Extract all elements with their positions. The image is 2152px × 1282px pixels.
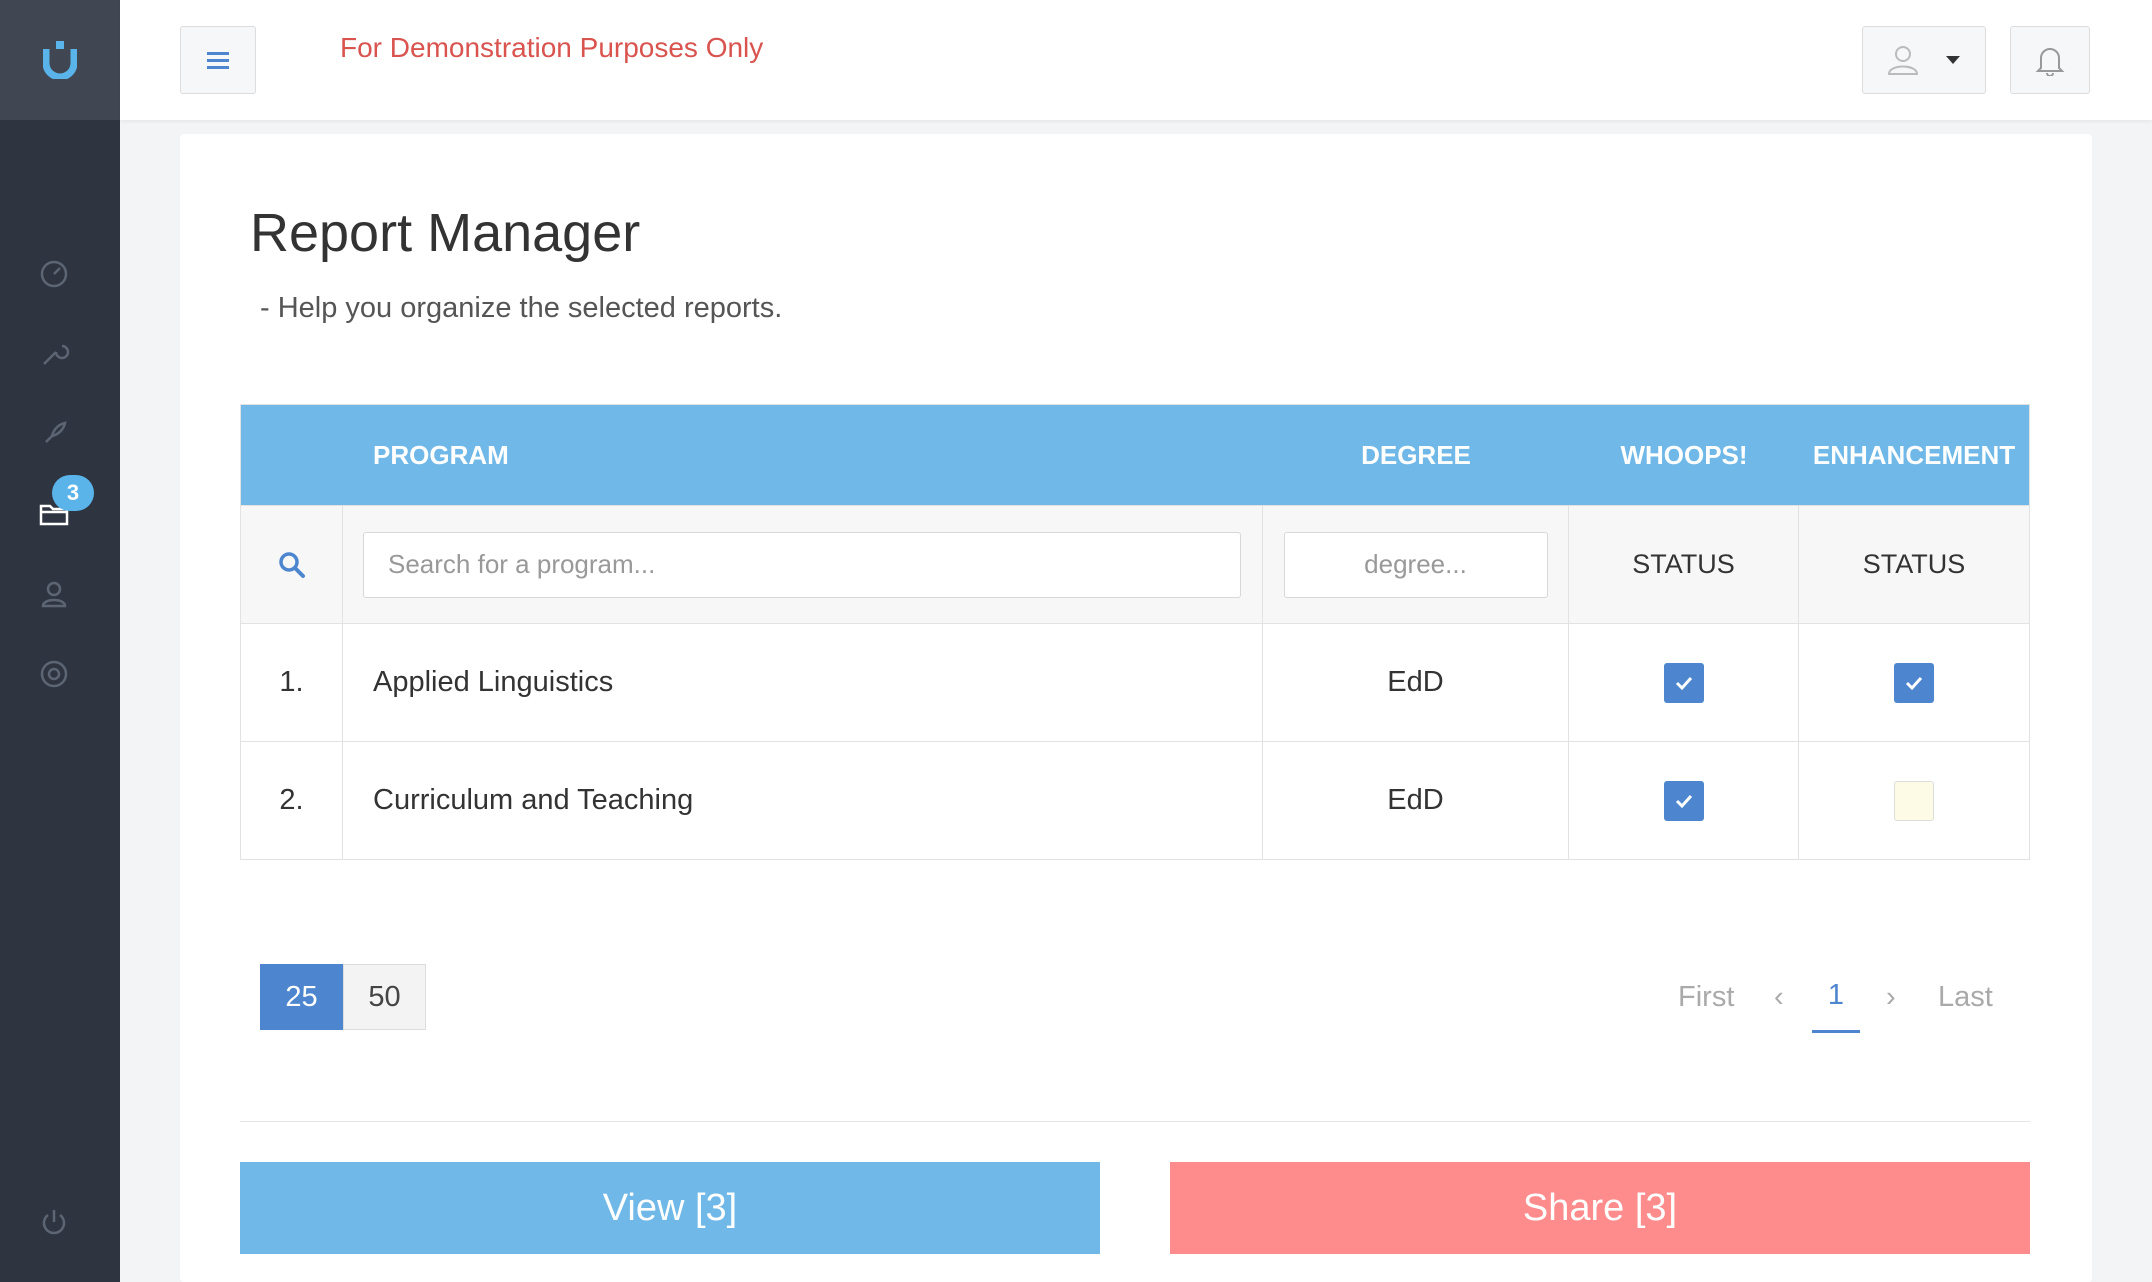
checkmark-icon <box>1675 794 1692 808</box>
page-subtitle: - Help you organize the selected reports… <box>260 292 783 324</box>
share-button[interactable]: Share [3] <box>1170 1162 2030 1254</box>
enhancement-checkbox[interactable] <box>1894 662 1934 703</box>
checkmark-icon <box>1675 676 1692 690</box>
user-menu-button[interactable] <box>1862 26 1986 94</box>
dashboard-icon[interactable] <box>36 256 72 292</box>
reports-table: PROGRAM DEGREE WHOOPS! ENHANCEMENT STATU… <box>240 404 2030 860</box>
page-title: Report Manager <box>250 203 641 263</box>
column-header-whoops: WHOOPS! <box>1620 439 1748 470</box>
power-icon[interactable] <box>36 1204 72 1240</box>
whoops-checkbox[interactable] <box>1663 662 1704 703</box>
enhancement-checkbox[interactable] <box>1894 780 1934 821</box>
row-number: 2. <box>279 784 304 816</box>
bell-icon <box>2035 48 2065 76</box>
row-number: 1. <box>279 666 304 698</box>
menu-toggle-button[interactable] <box>180 26 256 94</box>
column-header-degree: DEGREE <box>1361 439 1471 470</box>
table-row: 1. Applied Linguistics EdD <box>241 623 2029 741</box>
whoops-status-filter[interactable]: STATUS <box>1632 549 1735 580</box>
top-header: For Demonstration Purposes Only <box>120 0 2152 120</box>
checkmark-icon <box>1905 676 1923 690</box>
rocket-icon[interactable] <box>36 416 72 452</box>
program-search-input[interactable] <box>363 531 1241 598</box>
notifications-button[interactable] <box>2010 26 2090 94</box>
page-size-25-button[interactable]: 25 <box>260 964 343 1030</box>
enhancement-status-filter[interactable]: STATUS <box>1863 549 1966 580</box>
page-size-selector: 25 50 <box>260 964 426 1030</box>
table-header: PROGRAM DEGREE WHOOPS! ENHANCEMENT <box>241 405 2029 505</box>
folder-badge: 3 <box>52 475 94 511</box>
table-row: 2. Curriculum and Teaching EdD <box>241 741 2029 859</box>
demo-notice: For Demonstration Purposes Only <box>340 32 764 63</box>
hamburger-icon <box>207 52 229 69</box>
wrench-icon[interactable] <box>36 336 72 372</box>
divider <box>240 1121 2030 1122</box>
user-icon[interactable] <box>36 576 72 612</box>
program-name: Curriculum and Teaching <box>373 784 694 816</box>
pager-last[interactable]: Last <box>1938 964 1993 1030</box>
whoops-checkbox[interactable] <box>1663 780 1704 821</box>
app-logo[interactable] <box>0 0 120 120</box>
program-name: Applied Linguistics <box>373 666 614 698</box>
column-header-enhancement: ENHANCEMENT <box>1812 439 2016 470</box>
page-size-50-button[interactable]: 50 <box>343 964 426 1030</box>
column-header-program: PROGRAM <box>373 439 509 470</box>
view-button[interactable]: View [3] <box>240 1162 1100 1254</box>
degree-value: EdD <box>1387 666 1444 698</box>
current-page-number[interactable]: 1 <box>1812 961 1860 1033</box>
search-icon <box>278 551 305 578</box>
report-manager-card: Report Manager - Help you organize the s… <box>180 134 2092 1282</box>
sidebar: 3 <box>0 0 120 1282</box>
pager-prev[interactable]: ‹ <box>1774 964 1784 1030</box>
caret-down-icon <box>1946 56 1960 64</box>
filter-row: STATUS STATUS <box>241 505 2029 623</box>
pager-first[interactable]: First <box>1678 964 1734 1030</box>
lifebuoy-icon[interactable] <box>36 656 72 692</box>
pager-next[interactable]: › <box>1886 964 1896 1030</box>
logo-icon <box>43 41 77 79</box>
pager-current-page[interactable]: 1 <box>1812 961 1860 1033</box>
degree-filter-input[interactable] <box>1283 531 1548 598</box>
user-avatar-icon <box>1887 46 1919 75</box>
degree-value: EdD <box>1387 784 1444 816</box>
